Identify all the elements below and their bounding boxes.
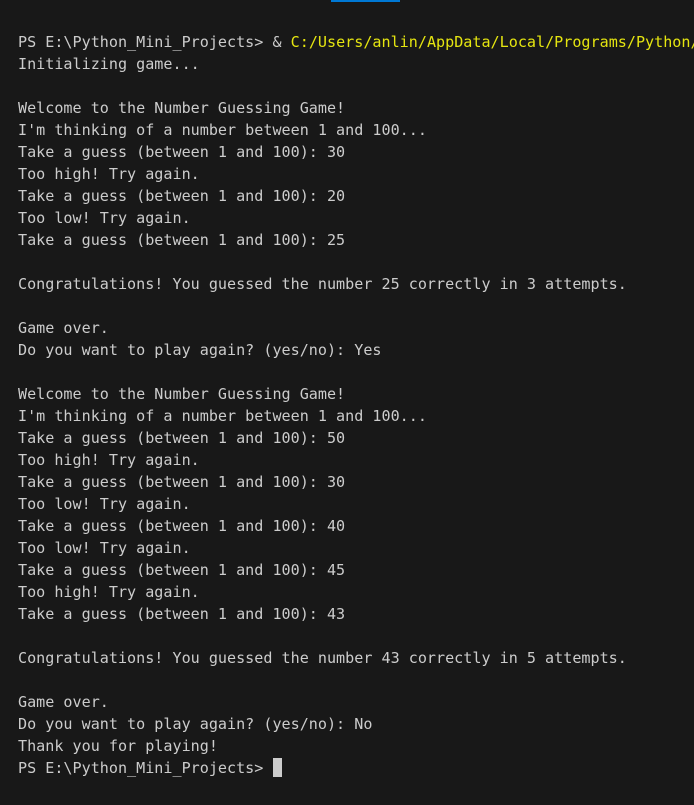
final-prompt-line[interactable]: PS E:\Python_Mini_Projects> (18, 757, 694, 779)
output-line: Take a guess (between 1 and 100): 30 (18, 473, 346, 491)
output-line: Welcome to the Number Guessing Game! (18, 99, 346, 117)
output-line: Take a guess (between 1 and 100): 45 (18, 561, 346, 579)
text-cursor (273, 758, 283, 777)
output-line: Take a guess (between 1 and 100): 43 (18, 605, 346, 623)
output-line: Too low! Try again. (18, 495, 191, 513)
output-line: Game over. (18, 693, 109, 711)
command-prompt: PS E:\Python_Mini_Projects> (18, 33, 273, 51)
output-line: Too low! Try again. (18, 539, 191, 557)
output-line: Do you want to play again? (yes/no): No (18, 715, 373, 733)
output-line: Initializing game... (18, 55, 200, 73)
output-line: Do you want to play again? (yes/no): Yes (18, 341, 382, 359)
active-tab-indicator (331, 0, 400, 2)
command-line: PS E:\Python_Mini_Projects> & C:/Users/a… (18, 31, 694, 53)
output-line: Take a guess (between 1 and 100): 50 (18, 429, 346, 447)
output-line: Congratulations! You guessed the number … (18, 649, 627, 667)
output-line: Take a guess (between 1 and 100): 25 (18, 231, 346, 249)
output-line: Too high! Try again. (18, 165, 200, 183)
output-line: Too high! Try again. (18, 451, 200, 469)
output-line: Too low! Try again. (18, 209, 191, 227)
output-line: I'm thinking of a number between 1 and 1… (18, 121, 427, 139)
output-line: Game over. (18, 319, 109, 337)
output-line: Thank you for playing! (18, 737, 218, 755)
command-path: C:/Users/anlin/AppData/Local/Programs/Py… (290, 33, 694, 51)
command-operator: & (272, 33, 291, 51)
output-line: Too high! Try again. (18, 583, 200, 601)
output-line: I'm thinking of a number between 1 and 1… (18, 407, 427, 425)
output-line: Take a guess (between 1 and 100): 30 (18, 143, 346, 161)
output-line: Take a guess (between 1 and 100): 20 (18, 187, 346, 205)
terminal-panel[interactable]: PS E:\Python_Mini_Projects> & C:/Users/a… (0, 0, 694, 805)
output-line: Take a guess (between 1 and 100): 40 (18, 517, 346, 535)
output-line: Congratulations! You guessed the number … (18, 275, 627, 293)
final-prompt: PS E:\Python_Mini_Projects> (18, 759, 273, 777)
output-line: Welcome to the Number Guessing Game! (18, 385, 346, 403)
